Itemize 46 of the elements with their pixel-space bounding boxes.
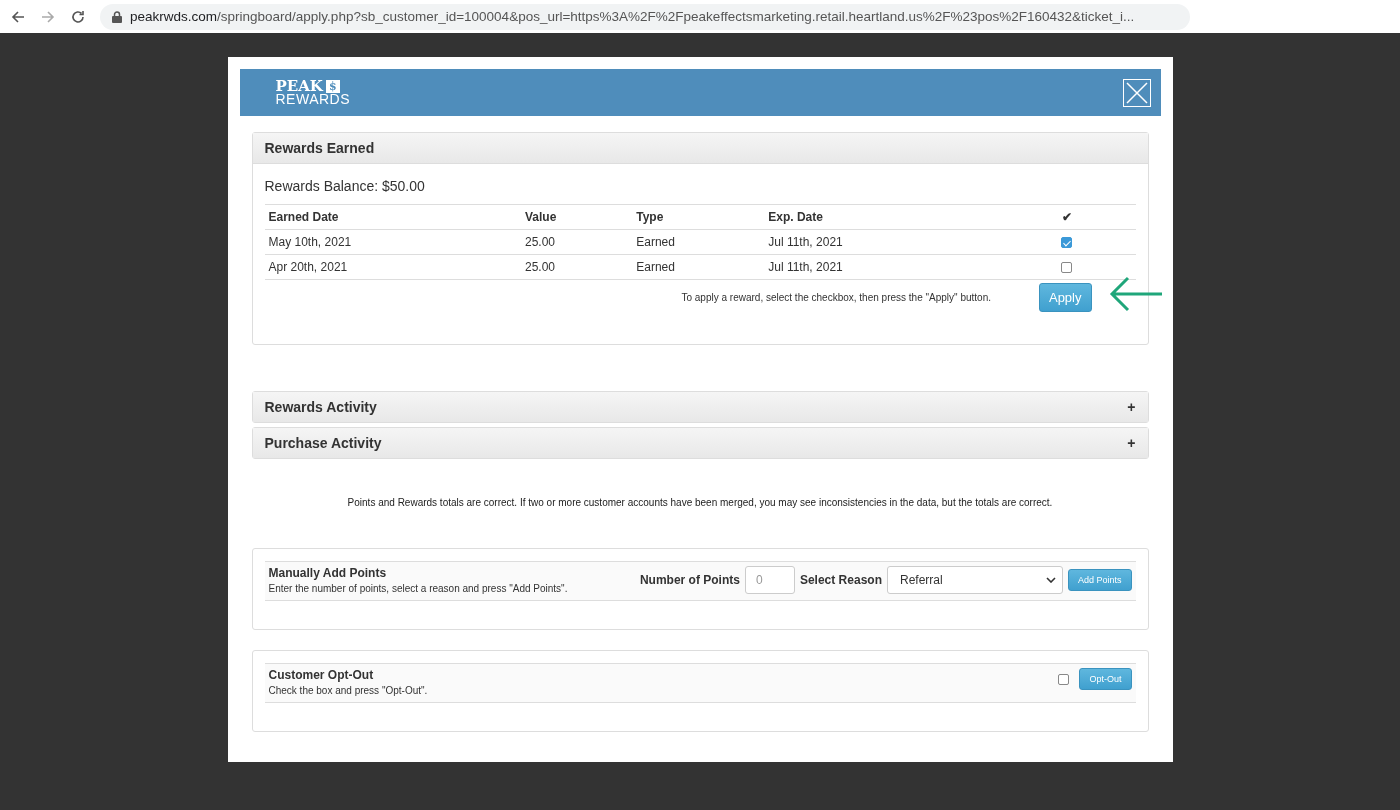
logo-badge: $ [325, 79, 340, 93]
panel-title: Rewards Earned [252, 133, 1148, 164]
expand-toggle[interactable]: + [1127, 399, 1136, 415]
section-title: Manually Add Points [268, 566, 388, 580]
column-header: Exp. Date [764, 204, 998, 230]
address-bar[interactable]: peakrwds.com/springboard/apply.php?sb_customer_id=100004&pos_url=https%3A%2F%2Fpeakeffectsmarketing.retail.heartland.us%2F%23pos%2F160432&ticket_i... [100, 3, 1190, 30]
close-icon[interactable] [1122, 78, 1151, 107]
back-icon[interactable] [10, 8, 26, 25]
expand-toggle[interactable]: + [1127, 435, 1136, 451]
lock-icon [112, 10, 122, 23]
collapsible-section[interactable]: Purchase Activity + [251, 427, 1149, 459]
column-header: ✔ [997, 204, 1136, 230]
section-title: Customer Opt-Out [268, 668, 375, 682]
collapsible-section[interactable]: Rewards Activity + [251, 391, 1149, 423]
column-header: Type [632, 204, 765, 230]
apply-hint: To apply a reward, select the checkbox, then press the "Apply" button. [681, 292, 991, 303]
field-label: Number of Points [639, 573, 740, 587]
table-cell: Jul 11th, 2021 [764, 254, 998, 280]
column-header: Value [520, 204, 633, 230]
table-cell: 25.00 [520, 229, 633, 255]
section-title: Rewards Activity [264, 399, 377, 415]
chevron-down-icon [1045, 577, 1056, 583]
rewards-balance: Rewards Balance: $50.00 [263, 177, 426, 196]
checkbox[interactable] [1061, 237, 1072, 249]
section-title: Purchase Activity [264, 435, 382, 451]
field-label: Select Reason [799, 573, 882, 587]
table-cell: Earned [632, 229, 765, 255]
column-header: Earned Date [264, 204, 521, 230]
annotation-arrow [1107, 274, 1164, 314]
points-input[interactable]: 0 [744, 566, 795, 594]
checkbox[interactable] [1061, 262, 1072, 274]
table-cell: Earned [632, 254, 765, 280]
section-description: Enter the number of points, select a reason and press "Add Points". [268, 583, 568, 594]
reason-dropdown[interactable]: Referral [886, 566, 1063, 594]
url-text: peakrwds.com/springboard/apply.php?sb_customer_id=100004&pos_url=https%3A%2F%2Fpeakeffectsmarketing.retail.heartland.us%2F%23pos%2F160432&ticket_i... [130, 9, 1135, 24]
logo-text: PEAK [275, 79, 323, 93]
table-cell: Apr 20th, 2021 [264, 254, 521, 280]
logo-text: REWARDS [275, 92, 351, 106]
totals-note: Points and Rewards totals are correct. If two or more customer accounts have been merged, you may see inconsistencies in the data, but the totals are correct. [346, 496, 1054, 510]
table-cell: May 10th, 2021 [264, 229, 521, 255]
section-description: Check the box and press "Opt-Out". [268, 685, 428, 696]
table-cell: Jul 11th, 2021 [764, 229, 998, 255]
checkbox[interactable] [1058, 673, 1070, 685]
reload-icon[interactable] [70, 8, 86, 25]
table-cell: 25.00 [520, 254, 633, 280]
forward-icon[interactable] [40, 8, 56, 25]
